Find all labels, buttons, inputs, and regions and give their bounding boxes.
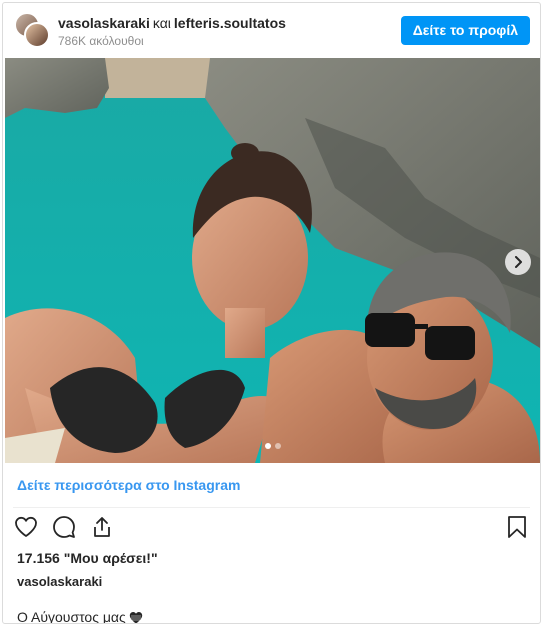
authors-conjunction: και — [152, 15, 171, 31]
caption-text: Ο Αύγουστος μας — [17, 609, 126, 624]
share-icon — [94, 517, 110, 537]
carousel-indicator — [5, 443, 540, 449]
caption: Ο Αύγουστος μας — [17, 609, 143, 624]
save-button[interactable] — [504, 514, 530, 540]
post-authors: vasolaskaraki και lefteris.soultatos — [58, 15, 286, 32]
comment-button[interactable] — [51, 514, 77, 540]
black-heart-icon — [129, 611, 142, 623]
chevron-right-icon — [515, 256, 522, 268]
carousel-dot — [274, 443, 281, 449]
carousel-dot-active — [264, 443, 271, 449]
author-username-primary[interactable]: vasolaskaraki — [58, 15, 150, 31]
follower-count: 786K ακόλουθοι — [58, 34, 144, 48]
carousel-next-button[interactable] — [505, 249, 531, 275]
view-more-on-instagram-link[interactable]: Δείτε περισσότερα στο Instagram — [17, 477, 240, 493]
bookmark-icon — [508, 516, 526, 538]
heart-icon — [15, 516, 37, 537]
share-button[interactable] — [89, 514, 115, 540]
view-profile-button[interactable]: Δείτε το προφίλ — [400, 16, 530, 45]
photo-illustration — [5, 58, 540, 463]
caption-username[interactable]: vasolaskaraki — [17, 574, 102, 589]
collab-avatars[interactable] — [14, 12, 50, 48]
like-button[interactable] — [13, 514, 39, 540]
author-username-secondary[interactable]: lefteris.soultatos — [174, 15, 286, 31]
comment-bubble-icon — [53, 516, 75, 538]
avatar[interactable] — [24, 22, 50, 48]
post-header: vasolaskaraki και lefteris.soultatos 786K … — [3, 3, 540, 57]
section-divider — [13, 507, 530, 508]
instagram-embed-card: vasolaskaraki και lefteris.soultatos 786K … — [2, 2, 541, 624]
post-actions — [13, 514, 115, 542]
post-photo[interactable] — [5, 58, 540, 463]
like-count[interactable]: 17.156 "Μου αρέσει!" — [17, 550, 158, 566]
